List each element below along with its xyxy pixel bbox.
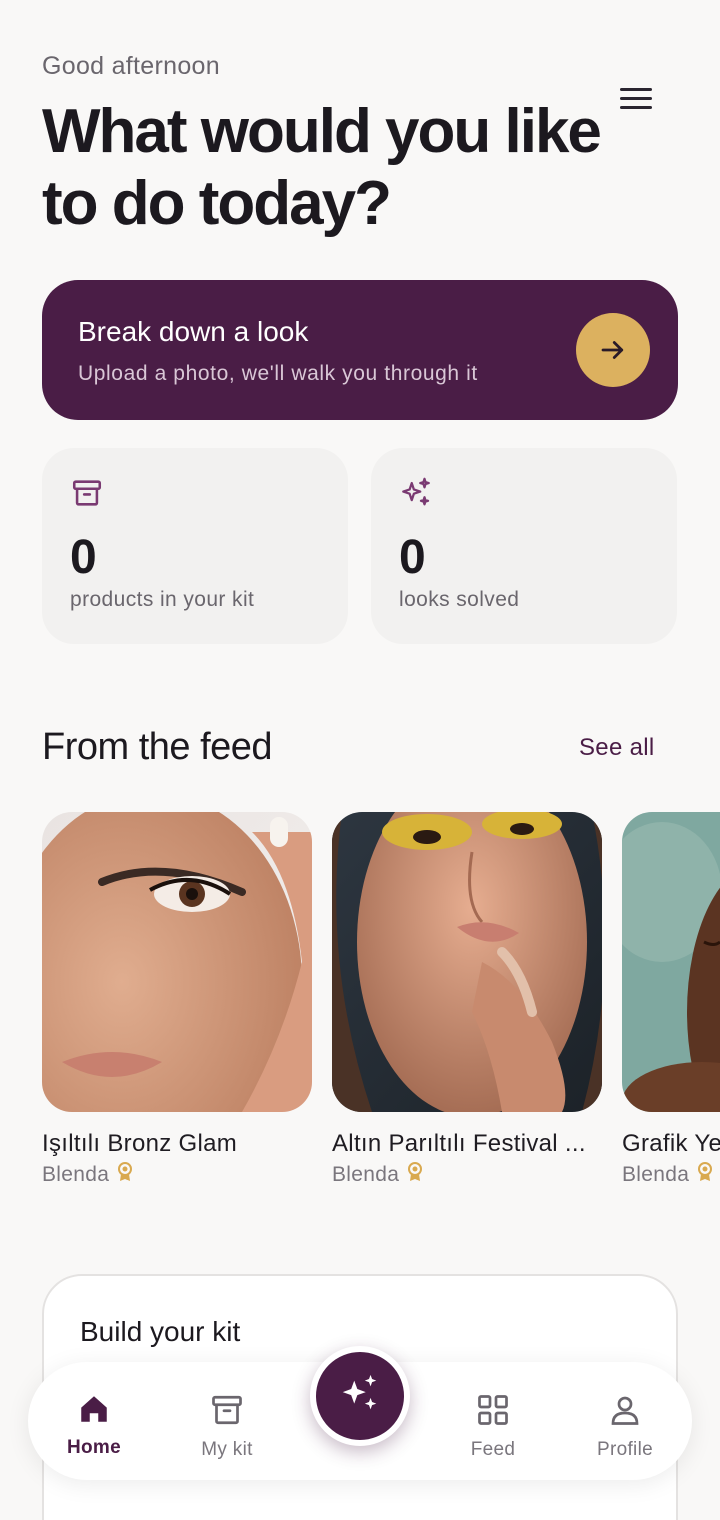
verified-badge-icon bbox=[407, 1162, 423, 1188]
feed-image bbox=[622, 812, 720, 1112]
feed-card-title: Altın Parıltılı Festival ... bbox=[332, 1130, 586, 1157]
feed-card-author: Blenda bbox=[622, 1162, 720, 1188]
nav-label: Feed bbox=[470, 1439, 516, 1460]
break-down-look-card[interactable]: Break down a look Upload a photo, we'll … bbox=[42, 280, 678, 420]
feed-card-title: Grafik Ye bbox=[622, 1130, 720, 1157]
menu-icon-line bbox=[620, 96, 652, 100]
nav-label: Profile bbox=[597, 1439, 653, 1460]
verified-badge-icon bbox=[697, 1162, 713, 1188]
feed-card-author: Blenda bbox=[332, 1162, 602, 1188]
home-icon bbox=[77, 1392, 111, 1431]
grid-icon bbox=[475, 1392, 511, 1433]
feed-image bbox=[332, 812, 602, 1112]
stat-label: looks solved bbox=[399, 588, 520, 611]
sparkles-icon bbox=[337, 1371, 383, 1422]
menu-icon-line bbox=[620, 87, 652, 91]
author-name: Blenda bbox=[622, 1163, 690, 1186]
menu-icon-line bbox=[620, 105, 652, 109]
archive-box-icon bbox=[209, 1392, 245, 1433]
stat-value: 0 bbox=[70, 531, 97, 584]
menu-button[interactable] bbox=[612, 80, 660, 116]
status-bar bbox=[0, 0, 720, 8]
arrow-right-icon[interactable] bbox=[576, 313, 650, 387]
feed-card[interactable]: Grafik Ye Blenda bbox=[622, 812, 720, 1188]
nav-item-my-kit[interactable]: My kit bbox=[172, 1392, 282, 1461]
stat-value: 0 bbox=[399, 531, 426, 584]
nav-item-home[interactable]: Home bbox=[39, 1392, 149, 1459]
page-title: What would you like to do today? bbox=[42, 97, 602, 238]
nav-item-feed[interactable]: Feed bbox=[438, 1392, 548, 1461]
feed-card[interactable]: Altın Parıltılı Festival ... Blenda bbox=[332, 812, 602, 1188]
sparkles-icon bbox=[399, 476, 433, 510]
hero-subtitle: Upload a photo, we'll walk you through i… bbox=[78, 362, 478, 385]
nav-label: My kit bbox=[201, 1439, 253, 1460]
kit-card-title: Build your kit bbox=[80, 1316, 241, 1347]
feed-image bbox=[42, 812, 312, 1112]
nav-item-profile[interactable]: Profile bbox=[570, 1392, 680, 1461]
archive-box-icon bbox=[70, 476, 104, 510]
nav-label: Home bbox=[67, 1437, 121, 1458]
stat-label: products in your kit bbox=[70, 588, 255, 611]
person-icon bbox=[607, 1392, 643, 1433]
feed-card-author: Blenda bbox=[42, 1162, 312, 1188]
feed-card[interactable]: Işıltılı Bronz Glam Blenda bbox=[42, 812, 312, 1188]
feed-card-title: Işıltılı Bronz Glam bbox=[42, 1130, 238, 1157]
hero-title: Break down a look bbox=[78, 316, 309, 347]
create-look-fab[interactable] bbox=[310, 1346, 410, 1446]
greeting-text: Good afternoon bbox=[42, 52, 220, 80]
verified-badge-icon bbox=[117, 1162, 133, 1188]
author-name: Blenda bbox=[332, 1163, 400, 1186]
looks-solved-stat-card[interactable]: 0 looks solved bbox=[371, 448, 677, 644]
author-name: Blenda bbox=[42, 1163, 110, 1186]
feed-section-title: From the feed bbox=[42, 726, 273, 768]
kit-products-stat-card[interactable]: 0 products in your kit bbox=[42, 448, 348, 644]
see-all-link[interactable]: See all bbox=[579, 734, 654, 762]
